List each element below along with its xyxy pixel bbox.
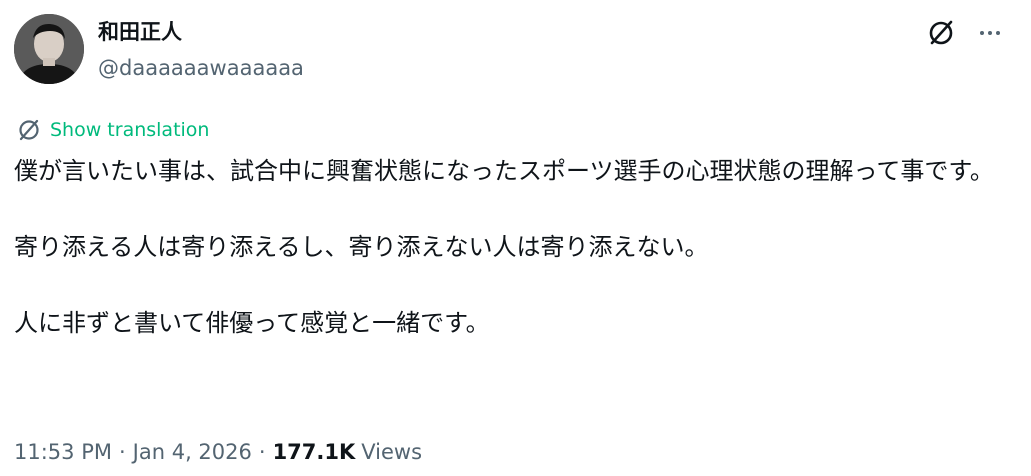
avatar-photo xyxy=(14,14,84,84)
tweet-time[interactable]: 11:53 PM xyxy=(14,437,112,467)
author-handle[interactable]: @daaaaaawaaaaaa xyxy=(98,54,304,82)
views-count[interactable]: 177.1K xyxy=(273,437,356,467)
tweet-text: 僕が言いたい事は、試合中に興奮状態になったスポーツ選手の心理状態の理解って事です… xyxy=(14,152,1019,342)
tweet-card: 和田正人 @daaaaaawaaaaaa Show translation 僕が… xyxy=(0,0,1031,476)
grok-slash-circle-icon xyxy=(929,20,953,45)
tweet-paragraph: 僕が言いたい事は、試合中に興奮状態になったスポーツ選手の心理状態の理解って事です… xyxy=(14,157,994,185)
tweet-meta: 11:53 PM · Jan 4, 2026 · 177.1K Views xyxy=(14,436,422,468)
grok-slash-circle-icon xyxy=(16,117,42,143)
tweet-date[interactable]: Jan 4, 2026 xyxy=(133,437,252,467)
tweet-paragraph: 人に非ずと書いて俳優って感覚と一緒です。 xyxy=(14,309,490,337)
show-translation-label: Show translation xyxy=(50,119,210,141)
avatar[interactable] xyxy=(14,14,84,84)
tweet-paragraph: 寄り添える人は寄り添えるし、寄り添えない人は寄り添えない。 xyxy=(14,233,709,261)
more-options-button[interactable] xyxy=(972,16,1008,50)
meta-separator: · xyxy=(118,440,126,464)
grok-button[interactable] xyxy=(924,16,958,50)
author-display-name[interactable]: 和田正人 xyxy=(98,18,182,46)
views-label: Views xyxy=(361,440,423,464)
more-horizontal-icon xyxy=(980,31,1000,35)
show-translation-button[interactable]: Show translation xyxy=(16,116,209,144)
meta-separator: · xyxy=(258,440,266,464)
